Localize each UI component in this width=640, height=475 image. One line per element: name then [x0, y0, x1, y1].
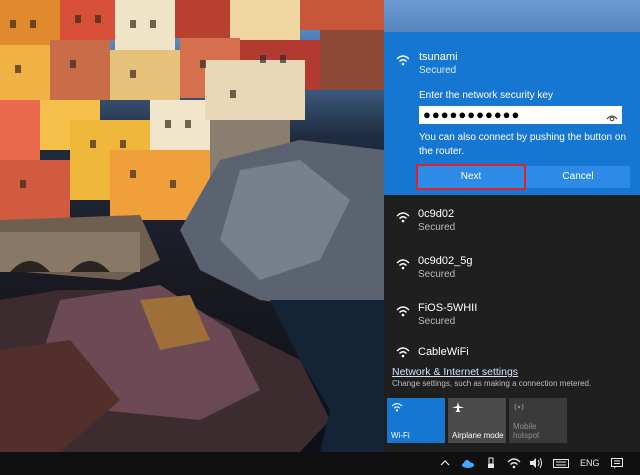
hotspot-icon: [513, 402, 525, 412]
network-name: FiOS-5WHII: [418, 302, 478, 314]
network-status: Secured: [419, 65, 457, 76]
open-wifi-signal-icon: [396, 346, 410, 358]
wps-hint-text: You can also connect by pushing the butt…: [419, 132, 627, 157]
expanded-network-panel: tsunami Secured Enter the network securi…: [384, 32, 640, 195]
usb-icon[interactable]: [486, 457, 496, 469]
network-settings-description: Change settings, such as making a connec…: [392, 379, 592, 388]
network-status: Secured: [418, 269, 456, 280]
wifi-icon[interactable]: [507, 457, 521, 469]
network-flyout: tsunami Secured Enter the network securi…: [384, 32, 640, 452]
network-name: 0c9d02: [418, 208, 455, 220]
network-list-item[interactable]: 0c9d02_5g Secured: [384, 242, 640, 288]
wifi-signal-icon: [396, 211, 410, 223]
network-name: CableWiFi: [418, 346, 469, 358]
next-button[interactable]: Next: [416, 164, 526, 190]
security-key-label: Enter the network security key: [419, 90, 553, 101]
wifi-signal-icon: [396, 54, 410, 66]
network-status: Secured: [418, 222, 456, 233]
wifi-signal-icon: [396, 258, 410, 270]
network-status: Secured: [418, 316, 456, 327]
chevron-up-icon[interactable]: [440, 457, 450, 469]
security-key-input[interactable]: [419, 106, 622, 124]
keyboard-icon[interactable]: [553, 457, 569, 469]
quick-action-airplane-mode[interactable]: Airplane mode: [448, 398, 506, 443]
quick-action-label: Wi-Fi: [391, 431, 410, 440]
quick-action-mobile-hotspot[interactable]: Mobile hotspot: [509, 398, 567, 443]
network-list-item[interactable]: FiOS-5WHII Secured: [384, 289, 640, 335]
quick-action-label: Mobile hotspot: [513, 422, 540, 440]
quick-action-label: Airplane mode: [452, 431, 504, 440]
airplane-icon: [452, 402, 464, 412]
onedrive-icon[interactable]: [461, 457, 475, 469]
taskbar: ENG: [0, 452, 640, 475]
wifi-icon: [391, 402, 403, 412]
volume-icon[interactable]: [529, 457, 543, 469]
cancel-button[interactable]: Cancel: [526, 166, 630, 188]
language-indicator[interactable]: ENG: [580, 457, 600, 469]
network-settings-link[interactable]: Network & Internet settings: [392, 366, 518, 378]
wifi-signal-icon: [396, 305, 410, 317]
reveal-password-icon[interactable]: [606, 110, 618, 122]
notification-icon[interactable]: [610, 457, 624, 469]
network-list-item[interactable]: CableWiFi: [384, 338, 640, 358]
network-list-item[interactable]: 0c9d02 Secured: [384, 195, 640, 241]
quick-action-wifi[interactable]: Wi-Fi: [387, 398, 445, 443]
network-name: 0c9d02_5g: [418, 255, 473, 267]
network-name: tsunami: [419, 51, 458, 63]
